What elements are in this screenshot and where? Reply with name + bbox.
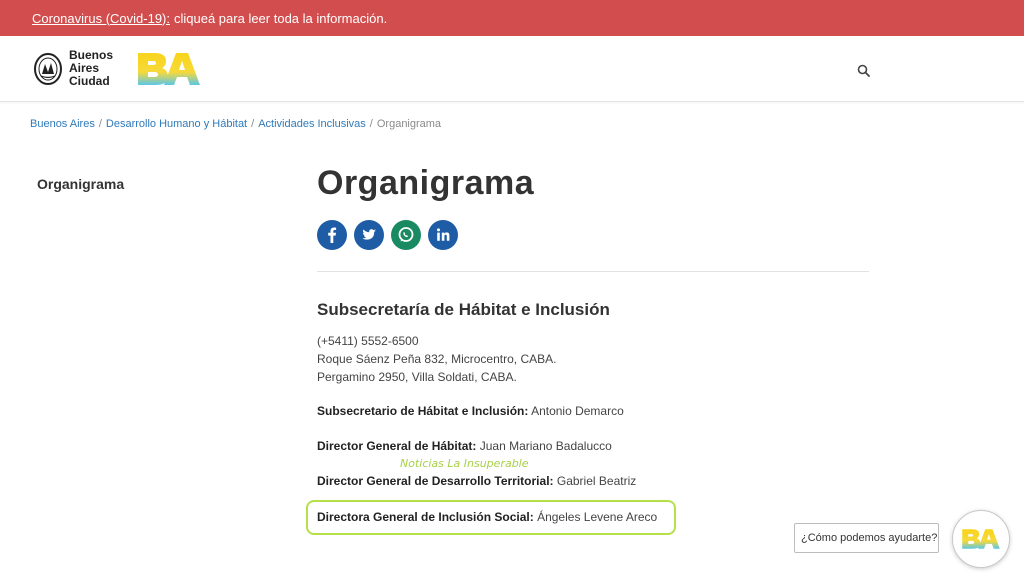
- breadcrumb-link-actividades-inclusivas[interactable]: Actividades Inclusivas: [258, 118, 366, 130]
- facebook-share-button[interactable]: [317, 220, 347, 250]
- share-buttons: [317, 220, 458, 250]
- covid-alert-message: cliqueá para leer toda la información.: [174, 10, 388, 26]
- ba-logo[interactable]: [136, 50, 202, 88]
- staff-name: Gabriel Beatriz: [556, 474, 637, 488]
- staff-role: Director General de Hábitat:: [317, 439, 477, 453]
- facebook-icon: [328, 227, 337, 243]
- brand-line: Ciudad: [69, 74, 110, 88]
- section-title: Subsecretaría de Hábitat e Inclusión: [317, 300, 610, 319]
- chat-bot-button[interactable]: [952, 510, 1010, 568]
- ba-chat-icon: [962, 529, 1000, 549]
- chat-prompt-bubble[interactable]: ¿Cómo podemos ayudarte?: [794, 523, 939, 553]
- sidebar-item-organigrama[interactable]: Organigrama: [37, 176, 124, 192]
- search-button[interactable]: [852, 59, 874, 81]
- contact-info: (+5411) 5552-6500 Roque Sáenz Peña 832, …: [317, 332, 556, 386]
- city-seal-icon: [34, 52, 62, 85]
- buenos-aires-ciudad-logo[interactable]: Buenos Aires Ciudad: [33, 49, 113, 88]
- contact-address: Pergamino 2950, Villa Soldati, CABA.: [317, 370, 517, 384]
- twitter-icon: [362, 229, 376, 240]
- whatsapp-share-button[interactable]: [391, 220, 421, 250]
- covid-alert-link[interactable]: Coronavirus (Covid-19):: [32, 11, 170, 26]
- breadcrumb: Buenos Aires / Desarrollo Humano y Hábitat…: [30, 118, 441, 130]
- site-header: Buenos Aires Ciudad: [0, 36, 1024, 102]
- page-title: Organigrama: [317, 164, 535, 202]
- content-divider: [317, 271, 869, 272]
- breadcrumb-current: Organigrama: [376, 118, 442, 130]
- staff-role: Subsecretario de Hábitat e Inclusión:: [317, 404, 529, 418]
- staff-entry-highlighted: Directora General de Inclusión Social: Á…: [317, 510, 657, 524]
- covid-alert-bar: Coronavirus (Covid-19): cliqueá para lee…: [0, 0, 1024, 36]
- breadcrumb-link-desarrollo-humano[interactable]: Desarrollo Humano y Hábitat: [106, 118, 247, 130]
- staff-entry: Director General de Hábitat: Juan Marian…: [317, 439, 612, 453]
- staff-name: Antonio Demarco: [531, 404, 624, 418]
- watermark-text: Noticias La Insuperable: [400, 457, 529, 470]
- staff-role: Director General de Desarrollo Territori…: [317, 474, 554, 488]
- contact-phone: (+5411) 5552-6500: [317, 334, 419, 348]
- brand-text: Buenos Aires Ciudad: [69, 49, 113, 88]
- staff-entry: Subsecretario de Hábitat e Inclusión: An…: [317, 404, 624, 418]
- linkedin-share-button[interactable]: [428, 220, 458, 250]
- breadcrumb-separator: /: [98, 118, 102, 130]
- whatsapp-icon: [398, 227, 414, 242]
- breadcrumb-separator: /: [369, 118, 373, 130]
- contact-address: Roque Sáenz Peña 832, Microcentro, CABA.: [317, 352, 557, 366]
- staff-role: Directora General de Inclusión Social:: [317, 510, 534, 524]
- breadcrumb-link-buenos-aires[interactable]: Buenos Aires: [30, 118, 95, 130]
- staff-name: Ángeles Levene Areco: [537, 510, 658, 524]
- twitter-share-button[interactable]: [354, 220, 384, 250]
- staff-entry: Director General de Desarrollo Territori…: [317, 474, 636, 488]
- breadcrumb-separator: /: [251, 118, 255, 130]
- linkedin-icon: [437, 228, 450, 241]
- staff-name: Juan Mariano Badalucco: [479, 439, 612, 453]
- search-icon: [857, 64, 870, 77]
